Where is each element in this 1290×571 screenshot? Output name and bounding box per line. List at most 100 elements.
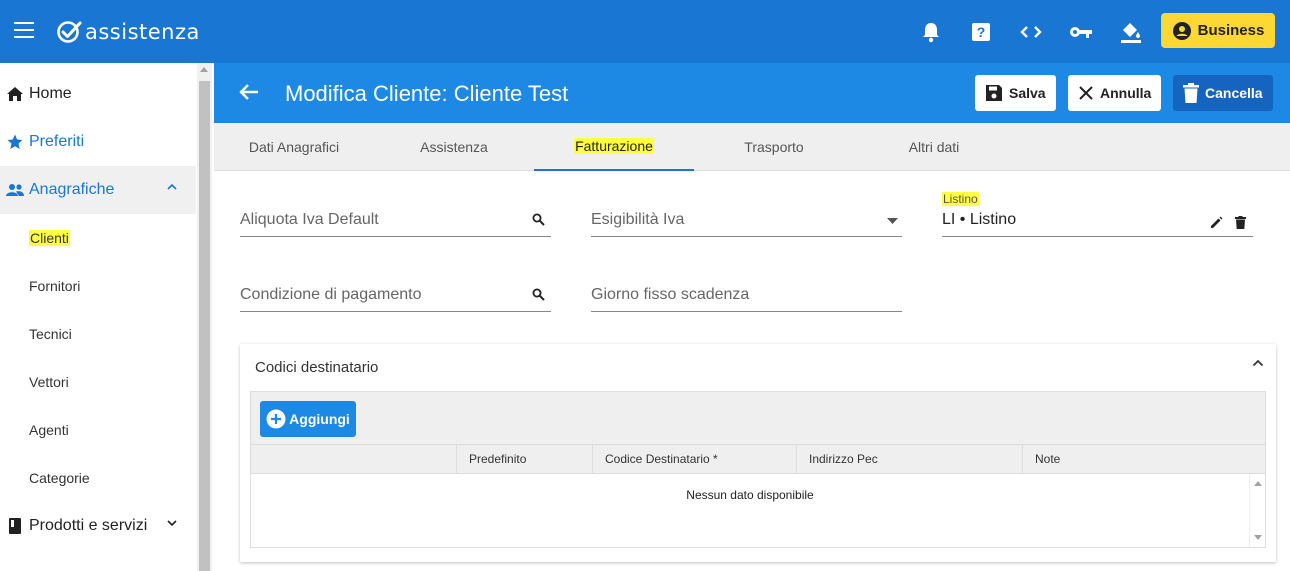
scrollbar-thumb[interactable] — [199, 81, 210, 571]
listino-label: Listino — [942, 192, 979, 206]
codici-grid: Aggiungi Predefinito Codice Destinatario… — [250, 391, 1266, 548]
svg-text:?: ? — [977, 24, 986, 40]
add-button[interactable]: Aggiungi — [260, 401, 356, 437]
listino-label-text: Listino — [942, 192, 979, 206]
edit-pencil-icon[interactable] — [1210, 216, 1223, 229]
dropdown-arrow-icon[interactable] — [887, 218, 898, 224]
app-logo-text: assistenza — [85, 20, 200, 44]
sidebar-item-fornitori[interactable]: Fornitori — [0, 262, 196, 310]
key-icon[interactable] — [1068, 19, 1094, 45]
listino-field[interactable]: LI • Listino — [942, 207, 1253, 237]
sidebar-item-clienti[interactable]: Clienti — [0, 214, 196, 262]
condizione-pagamento-input[interactable]: Condizione di pagamento — [240, 282, 551, 312]
column-header-note[interactable]: Note — [1022, 445, 1250, 473]
giorno-fisso-scadenza-input[interactable]: Giorno fisso scadenza — [591, 282, 902, 312]
aliquota-iva-input[interactable]: Aliquota Iva Default — [240, 207, 551, 237]
sidebar: Home Preferiti Anagrafiche Clienti Forni… — [0, 63, 212, 571]
notifications-bell-icon[interactable] — [918, 19, 944, 45]
sidebar-item-label: Agenti — [29, 422, 69, 438]
codici-destinatario-panel: Codici destinatario Aggiungi Predefinito… — [240, 344, 1276, 562]
sidebar-item-home[interactable]: Home — [0, 70, 196, 118]
sidebar-item-vettori[interactable]: Vettori — [0, 358, 196, 406]
column-header-codice-destinatario[interactable]: Codice Destinatario * — [592, 445, 796, 473]
sidebar-item-label: Anagrafiche — [29, 181, 115, 198]
panel-title: Codici destinatario — [255, 359, 379, 376]
empty-message: Nessun dato disponibile — [686, 488, 814, 502]
save-label: Salva — [1009, 85, 1046, 101]
help-icon[interactable]: ? — [968, 19, 994, 45]
page-header: Modifica Cliente: Cliente Test Salva Ann… — [214, 63, 1290, 123]
grid-body: Nessun dato disponibile — [251, 474, 1265, 547]
add-label: Aggiungi — [289, 411, 350, 427]
cancel-button[interactable]: Annulla — [1068, 75, 1162, 111]
tab-label: Altri dati — [908, 139, 960, 155]
back-arrow-icon[interactable] — [238, 81, 260, 108]
esigibilita-iva-placeholder: Esigibilità Iva — [591, 211, 685, 228]
sidebar-item-label: Home — [29, 85, 72, 102]
sidebar-item-categorie[interactable]: Categorie — [0, 454, 196, 502]
add-circle-icon — [266, 409, 286, 429]
sidebar-item-label: Clienti — [29, 230, 70, 246]
check-logo-icon — [57, 21, 82, 43]
tab-label: Fatturazione — [574, 138, 654, 154]
sidebar-item-label: Fornitori — [29, 278, 81, 294]
people-icon — [6, 184, 24, 196]
grid-scrollbar[interactable] — [1249, 474, 1265, 547]
delete-button[interactable]: Cancella — [1173, 75, 1273, 111]
save-button[interactable]: Salva — [975, 75, 1056, 111]
app-logo[interactable]: assistenza — [56, 17, 200, 47]
account-circle-icon — [1172, 21, 1191, 40]
sidebar-scrollbar[interactable] — [197, 63, 212, 571]
column-header-indirizzo-pec[interactable]: Indirizzo Pec — [796, 445, 1022, 473]
tab-fatturazione[interactable]: Fatturazione — [534, 123, 694, 171]
delete-label: Cancella — [1205, 85, 1263, 101]
code-icon[interactable] — [1018, 19, 1044, 45]
sidebar-item-label: Preferiti — [29, 133, 85, 150]
scroll-up-arrow-icon[interactable] — [1254, 481, 1262, 486]
chevron-up-icon[interactable] — [1252, 359, 1264, 367]
tab-label: Trasporto — [744, 139, 804, 155]
sidebar-item-label: Categorie — [29, 470, 90, 486]
tab-label: Assistenza — [420, 139, 488, 155]
tab-altri-dati[interactable]: Altri dati — [854, 123, 1014, 171]
sidebar-item-prodotti-e-servizi[interactable]: Prodotti e servizi — [0, 502, 196, 550]
column-header-predefinito[interactable]: Predefinito — [456, 445, 592, 473]
esigibilita-iva-select[interactable]: Esigibilità Iva — [591, 207, 902, 237]
page-title: Modifica Cliente: Cliente Test — [285, 81, 569, 106]
tab-trasporto[interactable]: Trasporto — [694, 123, 854, 171]
tab-dati-anagrafici[interactable]: Dati Anagrafici — [214, 123, 374, 171]
grid-toolbar: Aggiungi — [251, 392, 1265, 444]
scroll-up-arrow-icon[interactable] — [200, 67, 208, 72]
chevron-up-icon — [167, 183, 177, 190]
sidebar-item-label: Tecnici — [29, 326, 72, 342]
tab-assistenza[interactable]: Assistenza — [374, 123, 534, 171]
sidebar-item-preferiti[interactable]: Preferiti — [0, 118, 196, 166]
aliquota-iva-placeholder: Aliquota Iva Default — [240, 211, 379, 228]
book-icon — [6, 518, 24, 534]
paint-bucket-icon[interactable] — [1118, 19, 1144, 45]
menu-icon[interactable] — [14, 22, 36, 40]
business-label: Business — [1197, 22, 1265, 39]
star-icon — [6, 134, 24, 150]
trash-icon[interactable] — [1235, 216, 1246, 229]
listino-value: LI • Listino — [942, 211, 1017, 228]
cancel-label: Annulla — [1100, 85, 1152, 101]
search-icon[interactable] — [532, 288, 545, 301]
home-icon — [6, 87, 24, 101]
grid-header: Predefinito Codice Destinatario * Indiri… — [251, 444, 1265, 474]
app-bar: assistenza ? Business — [0, 0, 1290, 63]
sidebar-item-anagrafiche[interactable]: Anagrafiche — [0, 166, 196, 214]
sidebar-item-tecnici[interactable]: Tecnici — [0, 310, 196, 358]
scroll-down-arrow-icon[interactable] — [1254, 535, 1262, 540]
giorno-fisso-scadenza-placeholder: Giorno fisso scadenza — [591, 286, 750, 303]
tab-label: Dati Anagrafici — [248, 139, 340, 155]
condizione-pagamento-placeholder: Condizione di pagamento — [240, 286, 422, 303]
sidebar-item-label: Vettori — [29, 374, 69, 390]
search-icon[interactable] — [532, 213, 545, 226]
close-icon — [1079, 86, 1093, 100]
business-account-button[interactable]: Business — [1161, 13, 1275, 48]
trash-icon — [1183, 83, 1199, 103]
sidebar-item-label: Prodotti e servizi — [29, 517, 148, 534]
sidebar-item-agenti[interactable]: Agenti — [0, 406, 196, 454]
chevron-down-icon — [167, 520, 177, 527]
